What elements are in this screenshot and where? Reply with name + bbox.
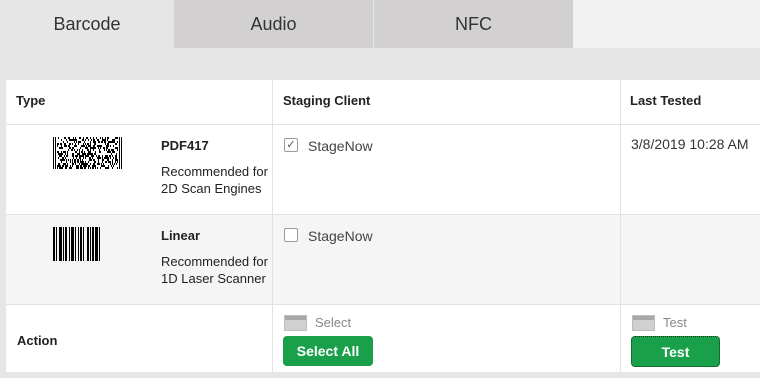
last-tested-value: 3/8/2019 10:28 AM	[631, 136, 749, 152]
table-row: PDF417 Recommended for 2D Scan Engines ✓…	[6, 125, 760, 215]
staging-client-label: StageNow	[308, 138, 373, 154]
tab-audio[interactable]: Audio	[174, 0, 374, 48]
test-window-icon	[632, 315, 655, 331]
linear-barcode-icon	[53, 227, 123, 261]
stagenow-checkbox[interactable]	[284, 228, 298, 242]
barcode-bar	[100, 227, 102, 261]
barcode-table: Type Staging Client Last Tested PDF417 R…	[6, 80, 760, 372]
select-window-icon	[284, 315, 307, 331]
column-divider	[272, 80, 273, 372]
stagenow-checkbox[interactable]: ✓	[284, 138, 298, 152]
tab-nfc[interactable]: NFC	[374, 0, 573, 48]
pdf417-barcode-icon	[53, 137, 122, 169]
action-label: Action	[17, 333, 58, 348]
test-button[interactable]: Test	[631, 336, 720, 367]
table-header-row: Type Staging Client Last Tested	[6, 80, 760, 125]
tab-barcode[interactable]: Barcode	[0, 0, 174, 48]
test-icon-label: Test	[663, 315, 687, 330]
header-type: Type	[16, 93, 46, 108]
select-all-button[interactable]: Select All	[283, 336, 373, 366]
barcode-type-name: PDF417	[161, 138, 209, 153]
tab-bar: Barcode Audio NFC	[0, 0, 760, 48]
staging-client-label: StageNow	[308, 228, 373, 244]
barcode-type-name: Linear	[161, 228, 201, 243]
table-row: Linear Recommended for 1D Laser Scanner …	[6, 215, 760, 305]
select-icon-label: Select	[315, 315, 352, 330]
header-last-tested: Last Tested	[630, 93, 702, 108]
barcode-type-description: Recommended for 1D Laser Scanner	[161, 254, 268, 286]
pdf417-pattern	[53, 137, 122, 169]
barcode-type-description: Recommended for 2D Scan Engines	[161, 164, 268, 196]
header-staging-client: Staging Client	[283, 93, 371, 108]
tab-bar-filler	[573, 0, 760, 48]
column-divider	[620, 80, 621, 372]
